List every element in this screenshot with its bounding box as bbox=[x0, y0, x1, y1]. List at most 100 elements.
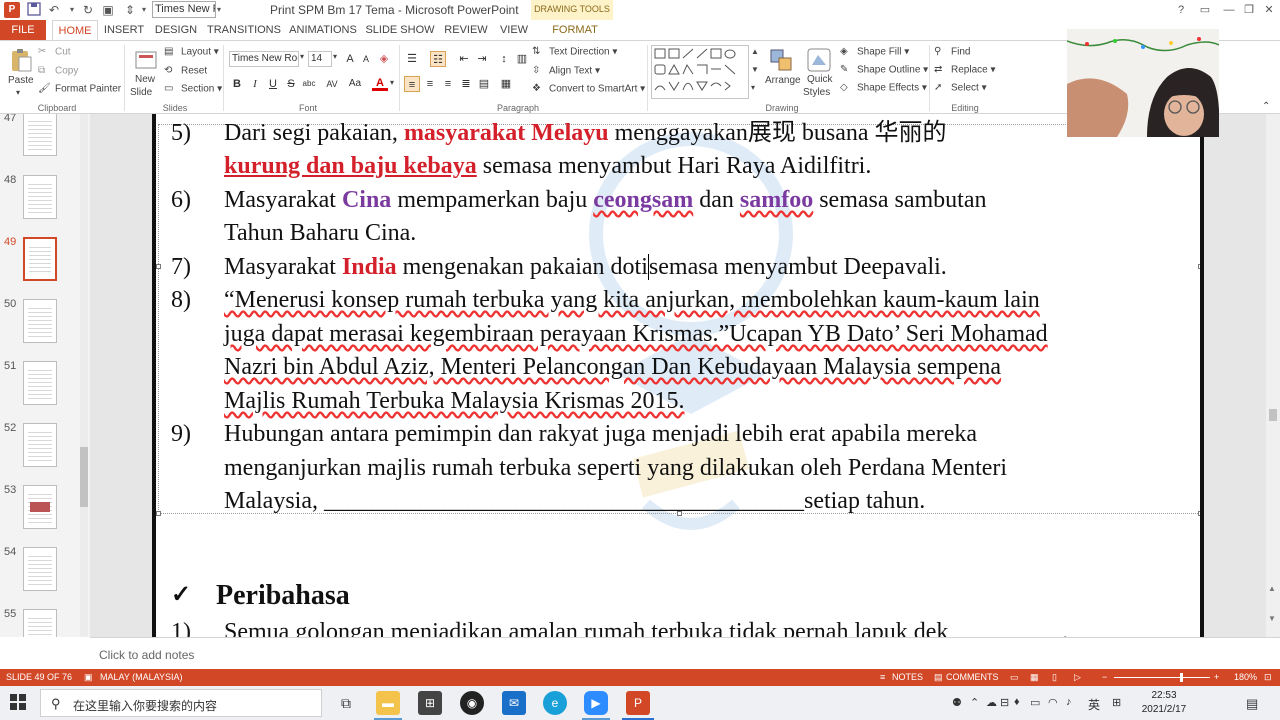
paragraph-line[interactable]: Semua golongan menjadikan amalan rumah t… bbox=[224, 616, 1068, 637]
tab-transitions[interactable]: TRANSITIONS bbox=[206, 20, 282, 40]
media-player-icon[interactable]: ◉ bbox=[460, 691, 484, 715]
edge-icon[interactable]: e bbox=[543, 691, 567, 715]
close-button[interactable]: ✕ bbox=[1258, 2, 1280, 18]
ribbon-display-icon[interactable]: ▭ bbox=[1194, 2, 1216, 18]
line-spacing-icon[interactable]: ↕ bbox=[496, 51, 512, 67]
underline-button[interactable]: U bbox=[265, 76, 281, 92]
spelling-icon[interactable]: ▣ bbox=[84, 672, 93, 683]
powerpoint-taskbar-icon[interactable]: P bbox=[626, 691, 650, 715]
shape-effects-button[interactable]: ◇ Shape Effects ▾ bbox=[840, 82, 927, 94]
resize-handle[interactable] bbox=[1198, 264, 1200, 269]
zoom-in-icon[interactable]: + bbox=[1214, 672, 1219, 682]
paragraph-line[interactable]: Tahun Baharu Cina. bbox=[224, 217, 416, 251]
justify-icon[interactable]: ≣ bbox=[458, 76, 474, 92]
copy-button[interactable]: ⧉ Copy bbox=[38, 65, 78, 77]
comments-icon[interactable]: ▤ bbox=[934, 672, 943, 683]
increase-indent-icon[interactable]: ⇥ bbox=[474, 51, 490, 67]
zoom-out-icon[interactable]: − bbox=[1102, 672, 1107, 682]
replace-button[interactable]: ⇄ Replace ▾ bbox=[934, 64, 996, 76]
language-indicator[interactable]: MALAY (MALAYSIA) bbox=[100, 672, 183, 682]
notification-icon[interactable]: ▤ bbox=[1246, 696, 1258, 712]
tab-home[interactable]: HOME bbox=[52, 20, 98, 40]
slideshow-view-icon[interactable]: ▷ bbox=[1074, 672, 1081, 683]
mail-icon[interactable]: ✉ bbox=[502, 691, 526, 715]
zoom-slider[interactable] bbox=[1114, 677, 1210, 678]
slide-thumbnail[interactable] bbox=[23, 114, 57, 156]
smartart-button[interactable]: ❖ Convert to SmartArt ▾ bbox=[532, 83, 645, 95]
slide-thumbnail[interactable] bbox=[23, 423, 57, 467]
paragraph-line[interactable]: Malaysia, ______________________________… bbox=[224, 485, 925, 519]
shape-outline-button[interactable]: ✎ Shape Outline ▾ bbox=[840, 64, 928, 76]
ime-indicator[interactable]: 英 bbox=[1088, 696, 1100, 713]
grow-font-icon[interactable]: A bbox=[342, 51, 358, 67]
wifi-icon[interactable]: ◠ bbox=[1048, 696, 1058, 709]
font-color-dropdown-icon[interactable]: ▾ bbox=[390, 78, 394, 87]
slide-thumbnail[interactable] bbox=[23, 485, 57, 529]
arrange-icon[interactable] bbox=[768, 47, 794, 73]
slide-thumbnail[interactable] bbox=[23, 547, 57, 591]
paragraph-line[interactable]: Dari segi pakaian, masyarakat Melayu men… bbox=[224, 117, 947, 151]
file-explorer-icon[interactable]: ▬ bbox=[376, 691, 400, 715]
redo-icon[interactable]: ↻ bbox=[80, 2, 96, 18]
new-slide-label[interactable]: New bbox=[135, 74, 155, 85]
volume-icon[interactable]: ♪ bbox=[1066, 696, 1072, 708]
reading-view-icon[interactable]: ▯ bbox=[1052, 672, 1057, 683]
align-right-icon[interactable]: ≡ bbox=[440, 76, 456, 92]
tab-slide-show[interactable]: SLIDE SHOW bbox=[364, 20, 436, 40]
tab-format[interactable]: FORMAT bbox=[540, 20, 610, 40]
align-text-button[interactable]: ⇳ Align Text ▾ bbox=[532, 65, 600, 77]
help-icon[interactable]: ? bbox=[1170, 2, 1192, 18]
shrink-font-icon[interactable]: A bbox=[358, 51, 374, 67]
notes-icon[interactable]: ≡ bbox=[880, 672, 885, 682]
quick-styles-label[interactable]: Quick bbox=[807, 74, 833, 85]
normal-view-icon[interactable]: ▭ bbox=[1010, 672, 1019, 683]
font-size-dropdown-icon[interactable]: ▾ bbox=[333, 52, 337, 61]
tab-review[interactable]: REVIEW bbox=[442, 20, 490, 40]
undo-dropdown-icon[interactable]: ▾ bbox=[64, 2, 80, 18]
thumbnails-scrollbar[interactable] bbox=[80, 114, 88, 637]
zoom-level[interactable]: 180% bbox=[1234, 672, 1257, 682]
minimize-button[interactable]: — bbox=[1218, 2, 1240, 18]
resize-handle[interactable] bbox=[156, 511, 161, 516]
microphone-icon[interactable]: ♦ bbox=[1014, 696, 1020, 708]
network-icon[interactable]: ⊟ bbox=[1000, 696, 1009, 709]
onedrive-icon[interactable]: ☁ bbox=[986, 696, 997, 709]
save-icon[interactable] bbox=[26, 2, 42, 18]
paragraph-line[interactable]: Majlis Rumah Terbuka Malaysia Krismas 20… bbox=[224, 385, 684, 419]
align-center-icon[interactable]: ≡ bbox=[422, 76, 438, 92]
paragraph-line[interactable]: juga dapat merasai kegembiraan perayaan … bbox=[224, 318, 1048, 352]
paste-icon[interactable] bbox=[8, 47, 34, 73]
layout-button[interactable]: ▤ Layout ▾ bbox=[164, 46, 219, 58]
powerpoint-logo-icon[interactable]: P bbox=[4, 2, 20, 18]
reset-button[interactable]: ⟲ Reset bbox=[164, 65, 207, 77]
fit-slide-icon[interactable]: ⊡ bbox=[1264, 672, 1272, 683]
shapes-scroll-up-icon[interactable]: ▲ bbox=[751, 47, 759, 56]
cut-button[interactable]: ✂ Cut bbox=[38, 46, 71, 58]
paste-dropdown-icon[interactable]: ▾ bbox=[16, 88, 20, 97]
new-slide-icon[interactable] bbox=[133, 47, 159, 73]
paragraph-line[interactable]: Hubungan antara pemimpin dan rakyat juga… bbox=[224, 418, 977, 452]
section-title[interactable]: Peribahasa bbox=[216, 579, 350, 613]
undo-icon[interactable]: ↶ bbox=[46, 2, 62, 18]
vertical-scrollbar[interactable]: ▲ ▼ bbox=[1266, 114, 1280, 637]
people-icon[interactable]: ⚉ bbox=[952, 696, 962, 709]
comments-button[interactable]: COMMENTS bbox=[946, 672, 999, 682]
shadow-button[interactable]: abc bbox=[299, 76, 319, 92]
italic-button[interactable]: I bbox=[247, 76, 263, 92]
paragraph-line[interactable]: menganjurkan majlis rumah terbuka sepert… bbox=[224, 452, 1007, 486]
zoom-app-icon[interactable]: ▶ bbox=[584, 691, 608, 715]
paragraph-line[interactable]: Masyarakat India mengenakan pakaian doti… bbox=[224, 251, 947, 285]
task-view-icon[interactable]: ⧉ bbox=[334, 691, 358, 715]
font-color-button[interactable]: A bbox=[372, 75, 388, 91]
columns-2-icon[interactable]: ▦ bbox=[498, 76, 514, 92]
thumbnails-scrollbar-thumb[interactable] bbox=[80, 447, 88, 507]
shapes-gallery[interactable] bbox=[651, 45, 749, 99]
slide-thumbnail[interactable] bbox=[23, 299, 57, 343]
tray-overflow-icon[interactable]: ⌃ bbox=[970, 696, 979, 709]
tab-animations[interactable]: ANIMATIONS bbox=[288, 20, 358, 40]
arrange-label[interactable]: Arrange bbox=[765, 75, 801, 86]
clear-format-icon[interactable]: ◈ bbox=[376, 51, 392, 67]
paragraph-line[interactable]: “Menerusi konsep rumah terbuka yang kita… bbox=[224, 284, 1040, 318]
font-name-box[interactable]: Times New Ror bbox=[229, 51, 299, 67]
zoom-slider-thumb[interactable] bbox=[1180, 673, 1183, 682]
